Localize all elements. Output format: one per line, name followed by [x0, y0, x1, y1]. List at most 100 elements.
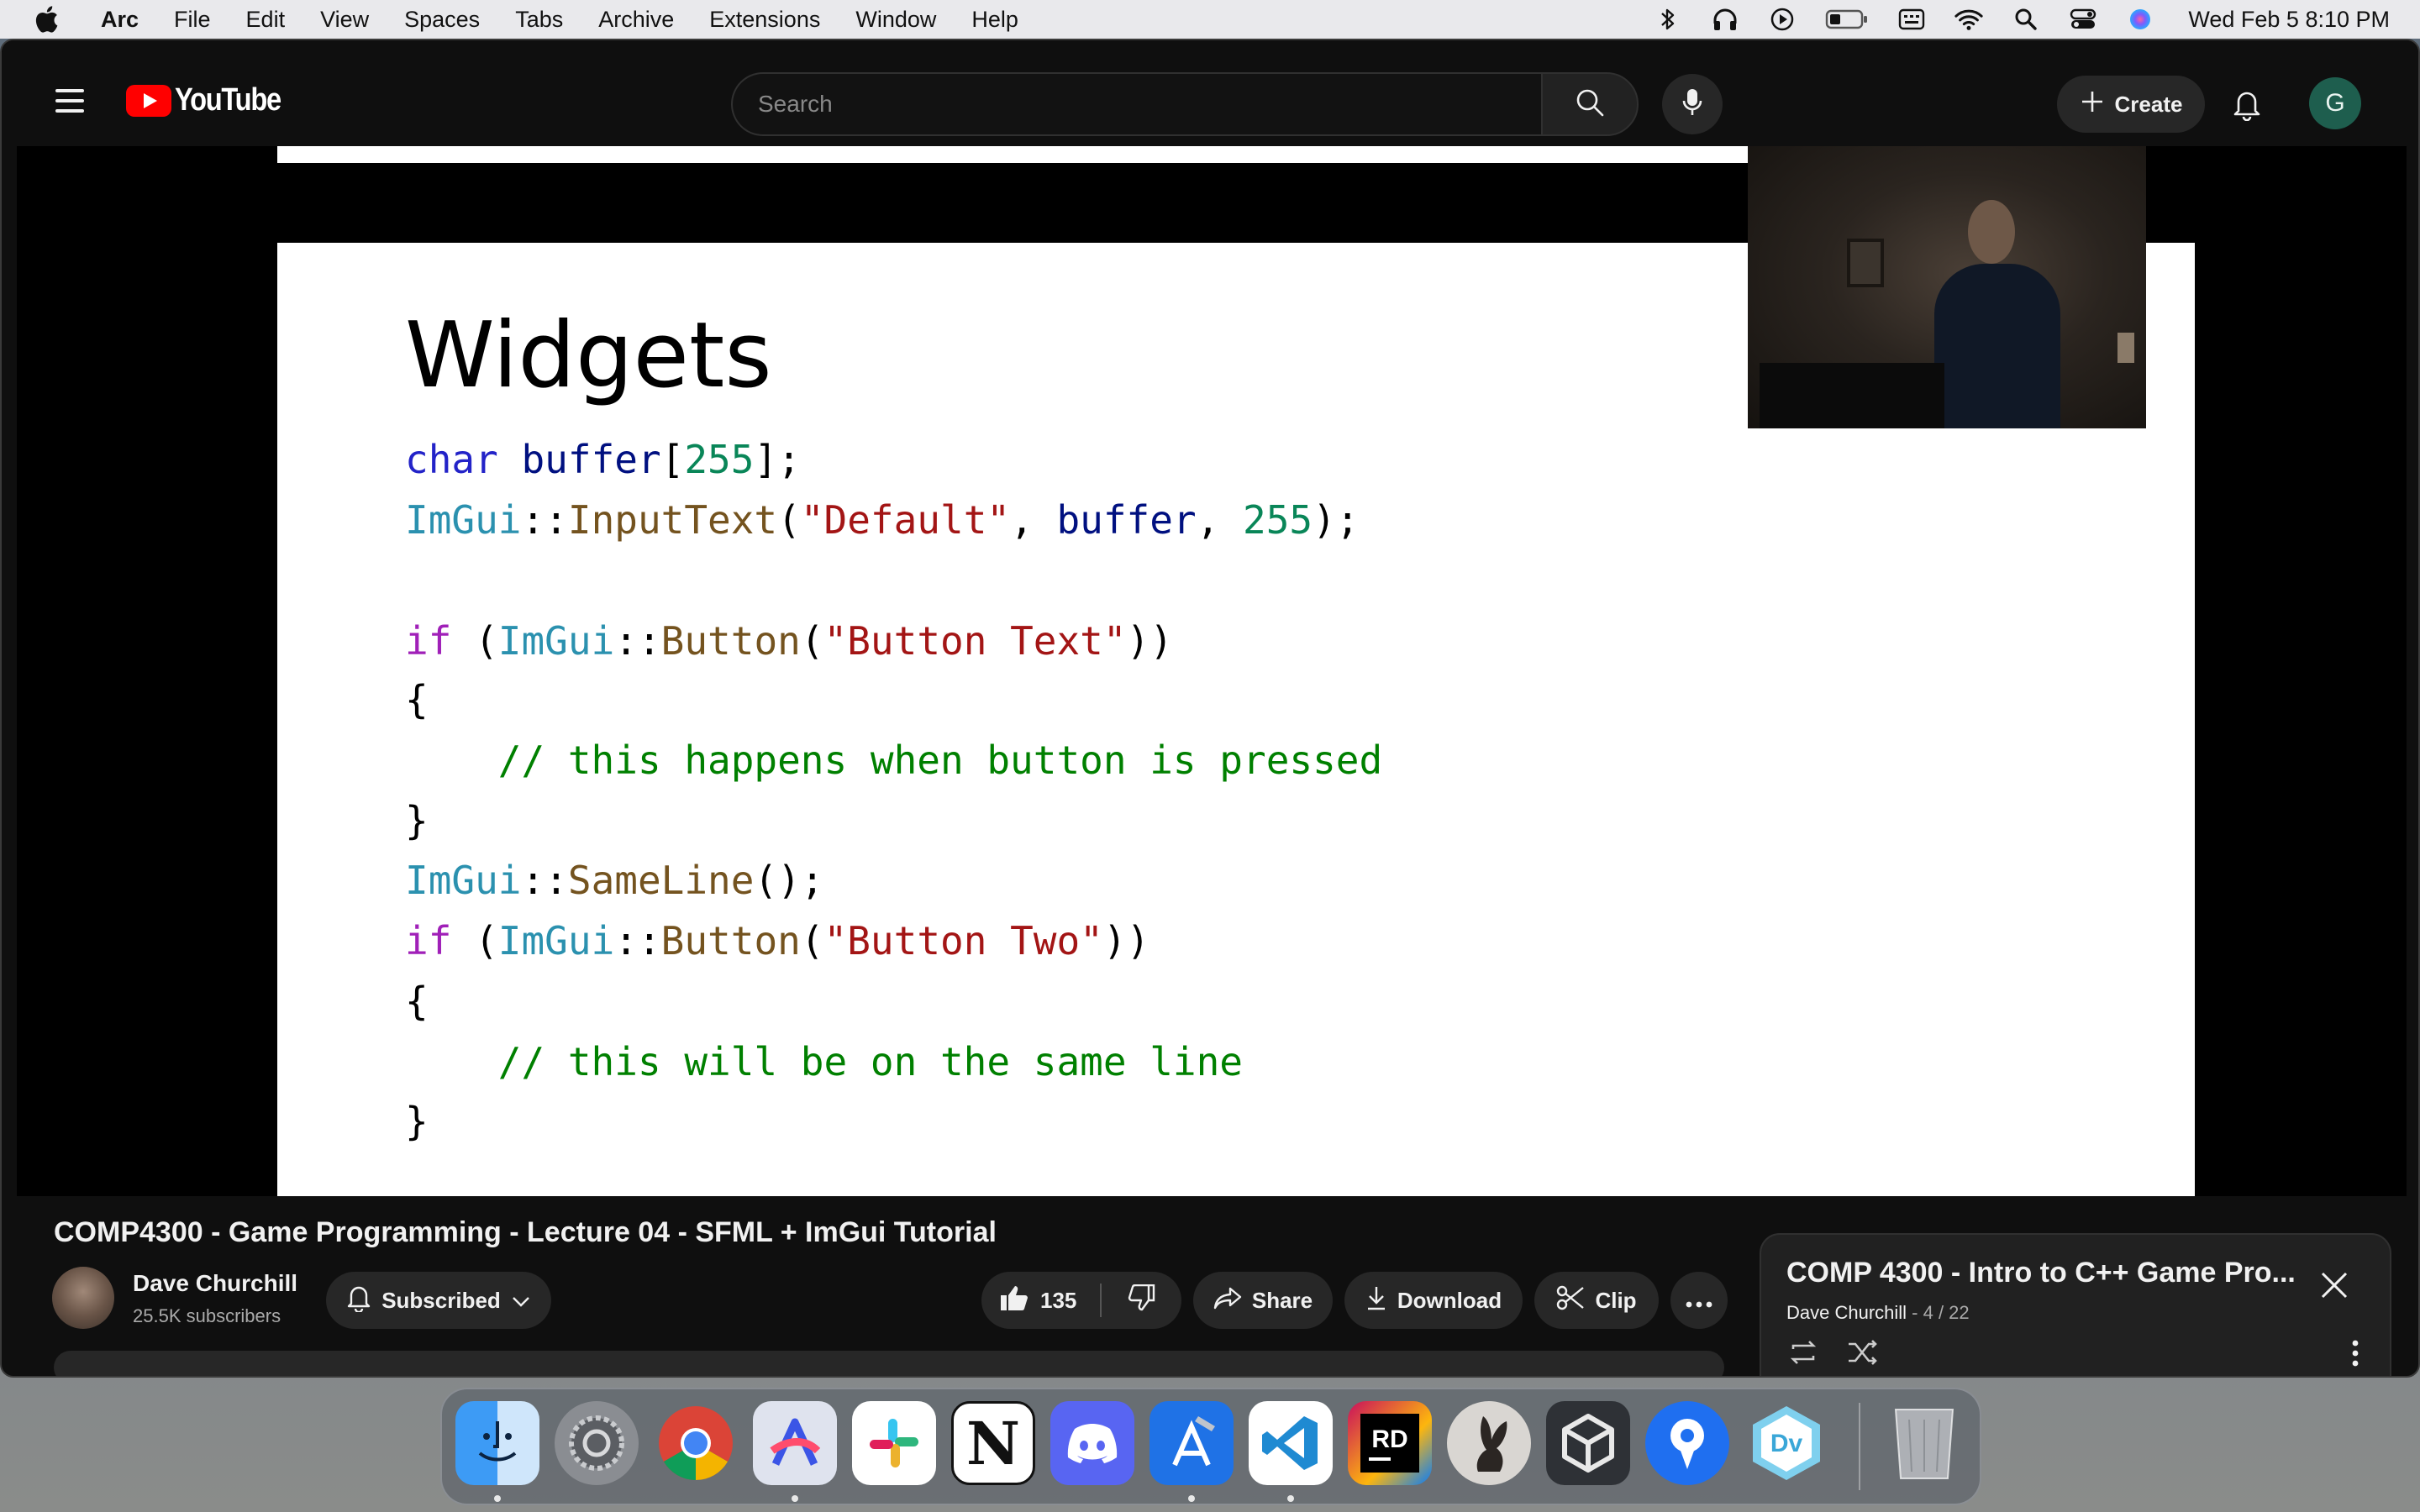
playlist-owner[interactable]: Dave Churchill	[1786, 1302, 1907, 1323]
youtube-logo-text: YouTube	[175, 82, 281, 118]
chevron-down-icon	[511, 1288, 531, 1314]
devutils-icon[interactable]: Dv	[1744, 1401, 1828, 1485]
vscode-icon[interactable]	[1249, 1401, 1333, 1485]
code-token: ))	[1126, 618, 1173, 664]
menu-view[interactable]: View	[320, 7, 369, 33]
more-actions-button[interactable]	[1670, 1272, 1728, 1329]
system-settings-icon[interactable]	[555, 1401, 639, 1485]
unity-icon[interactable]	[1546, 1401, 1630, 1485]
code-token: buffer	[1056, 497, 1197, 543]
menu-file[interactable]: File	[174, 7, 211, 33]
code-token: "Button Two"	[823, 918, 1103, 963]
create-button[interactable]: Create	[2057, 76, 2205, 133]
clip-label: Clip	[1595, 1287, 1637, 1313]
code-token: Button	[660, 618, 801, 664]
code-token: 255	[1243, 497, 1313, 543]
bell-icon	[346, 1284, 371, 1318]
code-token: ::	[614, 918, 661, 963]
menu-window[interactable]: Window	[855, 7, 936, 33]
youtube-logo[interactable]: YouTube	[126, 82, 297, 118]
like-button[interactable]: 135	[1000, 1284, 1076, 1317]
rider-icon[interactable]: RD	[1348, 1401, 1432, 1485]
battery-icon[interactable]	[1825, 7, 1869, 32]
thumbs-down-icon	[1127, 1284, 1155, 1317]
xcode-icon[interactable]	[1150, 1401, 1234, 1485]
code-token: }	[405, 798, 429, 843]
trash-icon[interactable]	[1882, 1401, 1966, 1485]
download-button[interactable]: Download	[1344, 1272, 1523, 1329]
code-token: (	[475, 918, 498, 963]
menu-clock[interactable]: Wed Feb 5 8:10 PM	[2188, 7, 2390, 33]
subscribed-label: Subscribed	[381, 1287, 501, 1313]
code-token: buffer	[521, 437, 661, 482]
voice-search-button[interactable]	[1662, 74, 1723, 134]
hamburger-menu-icon[interactable]	[55, 89, 87, 113]
keyboard-input-icon[interactable]	[1897, 7, 1926, 32]
menu-tabs[interactable]: Tabs	[515, 7, 563, 33]
code-line: {	[405, 972, 429, 1032]
download-icon	[1365, 1285, 1387, 1316]
code-token: ();	[754, 858, 824, 903]
playlist-close-icon[interactable]	[2316, 1267, 2353, 1304]
code-token: if	[405, 918, 476, 963]
code-token: ImGui	[497, 618, 615, 664]
discord-icon[interactable]	[1050, 1401, 1134, 1485]
proxyman-icon[interactable]	[1645, 1401, 1729, 1485]
code-token: // this happens when button is pressed	[405, 738, 1383, 783]
xcode-running-dot	[1188, 1495, 1195, 1502]
search-button[interactable]	[1541, 72, 1639, 136]
code-line: {	[405, 670, 429, 730]
menu-app-name[interactable]: Arc	[101, 7, 139, 33]
menu-edit[interactable]: Edit	[246, 7, 286, 33]
channel-name[interactable]: Dave Churchill	[133, 1270, 297, 1297]
code-line: if (ImGui::Button("Button Text"))	[405, 612, 1173, 671]
menu-spaces[interactable]: Spaces	[404, 7, 480, 33]
code-token: 255	[684, 437, 755, 482]
search-input[interactable]: Search	[731, 72, 1542, 136]
webcam-overlay	[1748, 146, 2146, 428]
loop-icon[interactable]	[1786, 1336, 1820, 1369]
code-token: ,	[1010, 497, 1057, 543]
menu-extensions[interactable]: Extensions	[709, 7, 820, 33]
playlist-title[interactable]: COMP 4300 - Intro to C++ Game Pro...	[1786, 1257, 2296, 1289]
notifications-bell-icon[interactable]	[2228, 86, 2265, 123]
clip-button[interactable]: Clip	[1534, 1272, 1659, 1329]
share-button[interactable]: Share	[1193, 1272, 1333, 1329]
channel-avatar[interactable]	[52, 1267, 114, 1329]
code-token: ImGui	[497, 918, 615, 963]
description-box[interactable]	[54, 1351, 1724, 1376]
control-center-icon[interactable]	[2069, 7, 2097, 32]
subscribed-button[interactable]: Subscribed	[326, 1272, 551, 1329]
bluetooth-icon[interactable]	[1654, 7, 1682, 32]
code-token: }	[405, 1099, 429, 1144]
account-avatar[interactable]: G	[2309, 77, 2361, 129]
shuffle-icon[interactable]	[1845, 1336, 1879, 1369]
play-circle-icon[interactable]	[1768, 7, 1797, 32]
menu-help[interactable]: Help	[971, 7, 1018, 33]
apple-menu-icon[interactable]	[34, 5, 60, 34]
menu-archive[interactable]: Archive	[598, 7, 674, 33]
code-token: (	[475, 618, 498, 664]
dislike-button[interactable]	[1127, 1284, 1155, 1317]
slack-icon[interactable]	[852, 1401, 936, 1485]
video-player[interactable]: Widgets char buffer[255]; ImGui::InputTex…	[17, 146, 2407, 1196]
arc-browser-window: YouTube Search Create G Widgets char buf…	[0, 39, 2420, 1378]
finder-icon[interactable]	[455, 1401, 539, 1485]
wifi-icon[interactable]	[1954, 7, 1983, 32]
spotlight-search-icon[interactable]	[2012, 7, 2040, 32]
finder-running-dot	[494, 1495, 501, 1502]
bunny-app-icon[interactable]	[1447, 1401, 1531, 1485]
code-token: ::	[521, 858, 568, 903]
notion-icon[interactable]: N	[951, 1401, 1035, 1485]
code-line: if (ImGui::Button("Button Two"))	[405, 911, 1150, 971]
code-token: [	[660, 437, 685, 482]
headphones-icon[interactable]	[1711, 7, 1739, 32]
siri-icon[interactable]	[2126, 7, 2154, 32]
arc-browser-icon[interactable]	[753, 1401, 837, 1485]
code-token: "Button Text"	[823, 618, 1127, 664]
code-token: ,	[1196, 497, 1244, 543]
playlist-more-icon[interactable]	[2351, 1339, 2360, 1368]
chrome-icon[interactable]	[654, 1401, 738, 1485]
vscode-running-dot	[1287, 1495, 1294, 1502]
code-token: ))	[1102, 918, 1150, 963]
